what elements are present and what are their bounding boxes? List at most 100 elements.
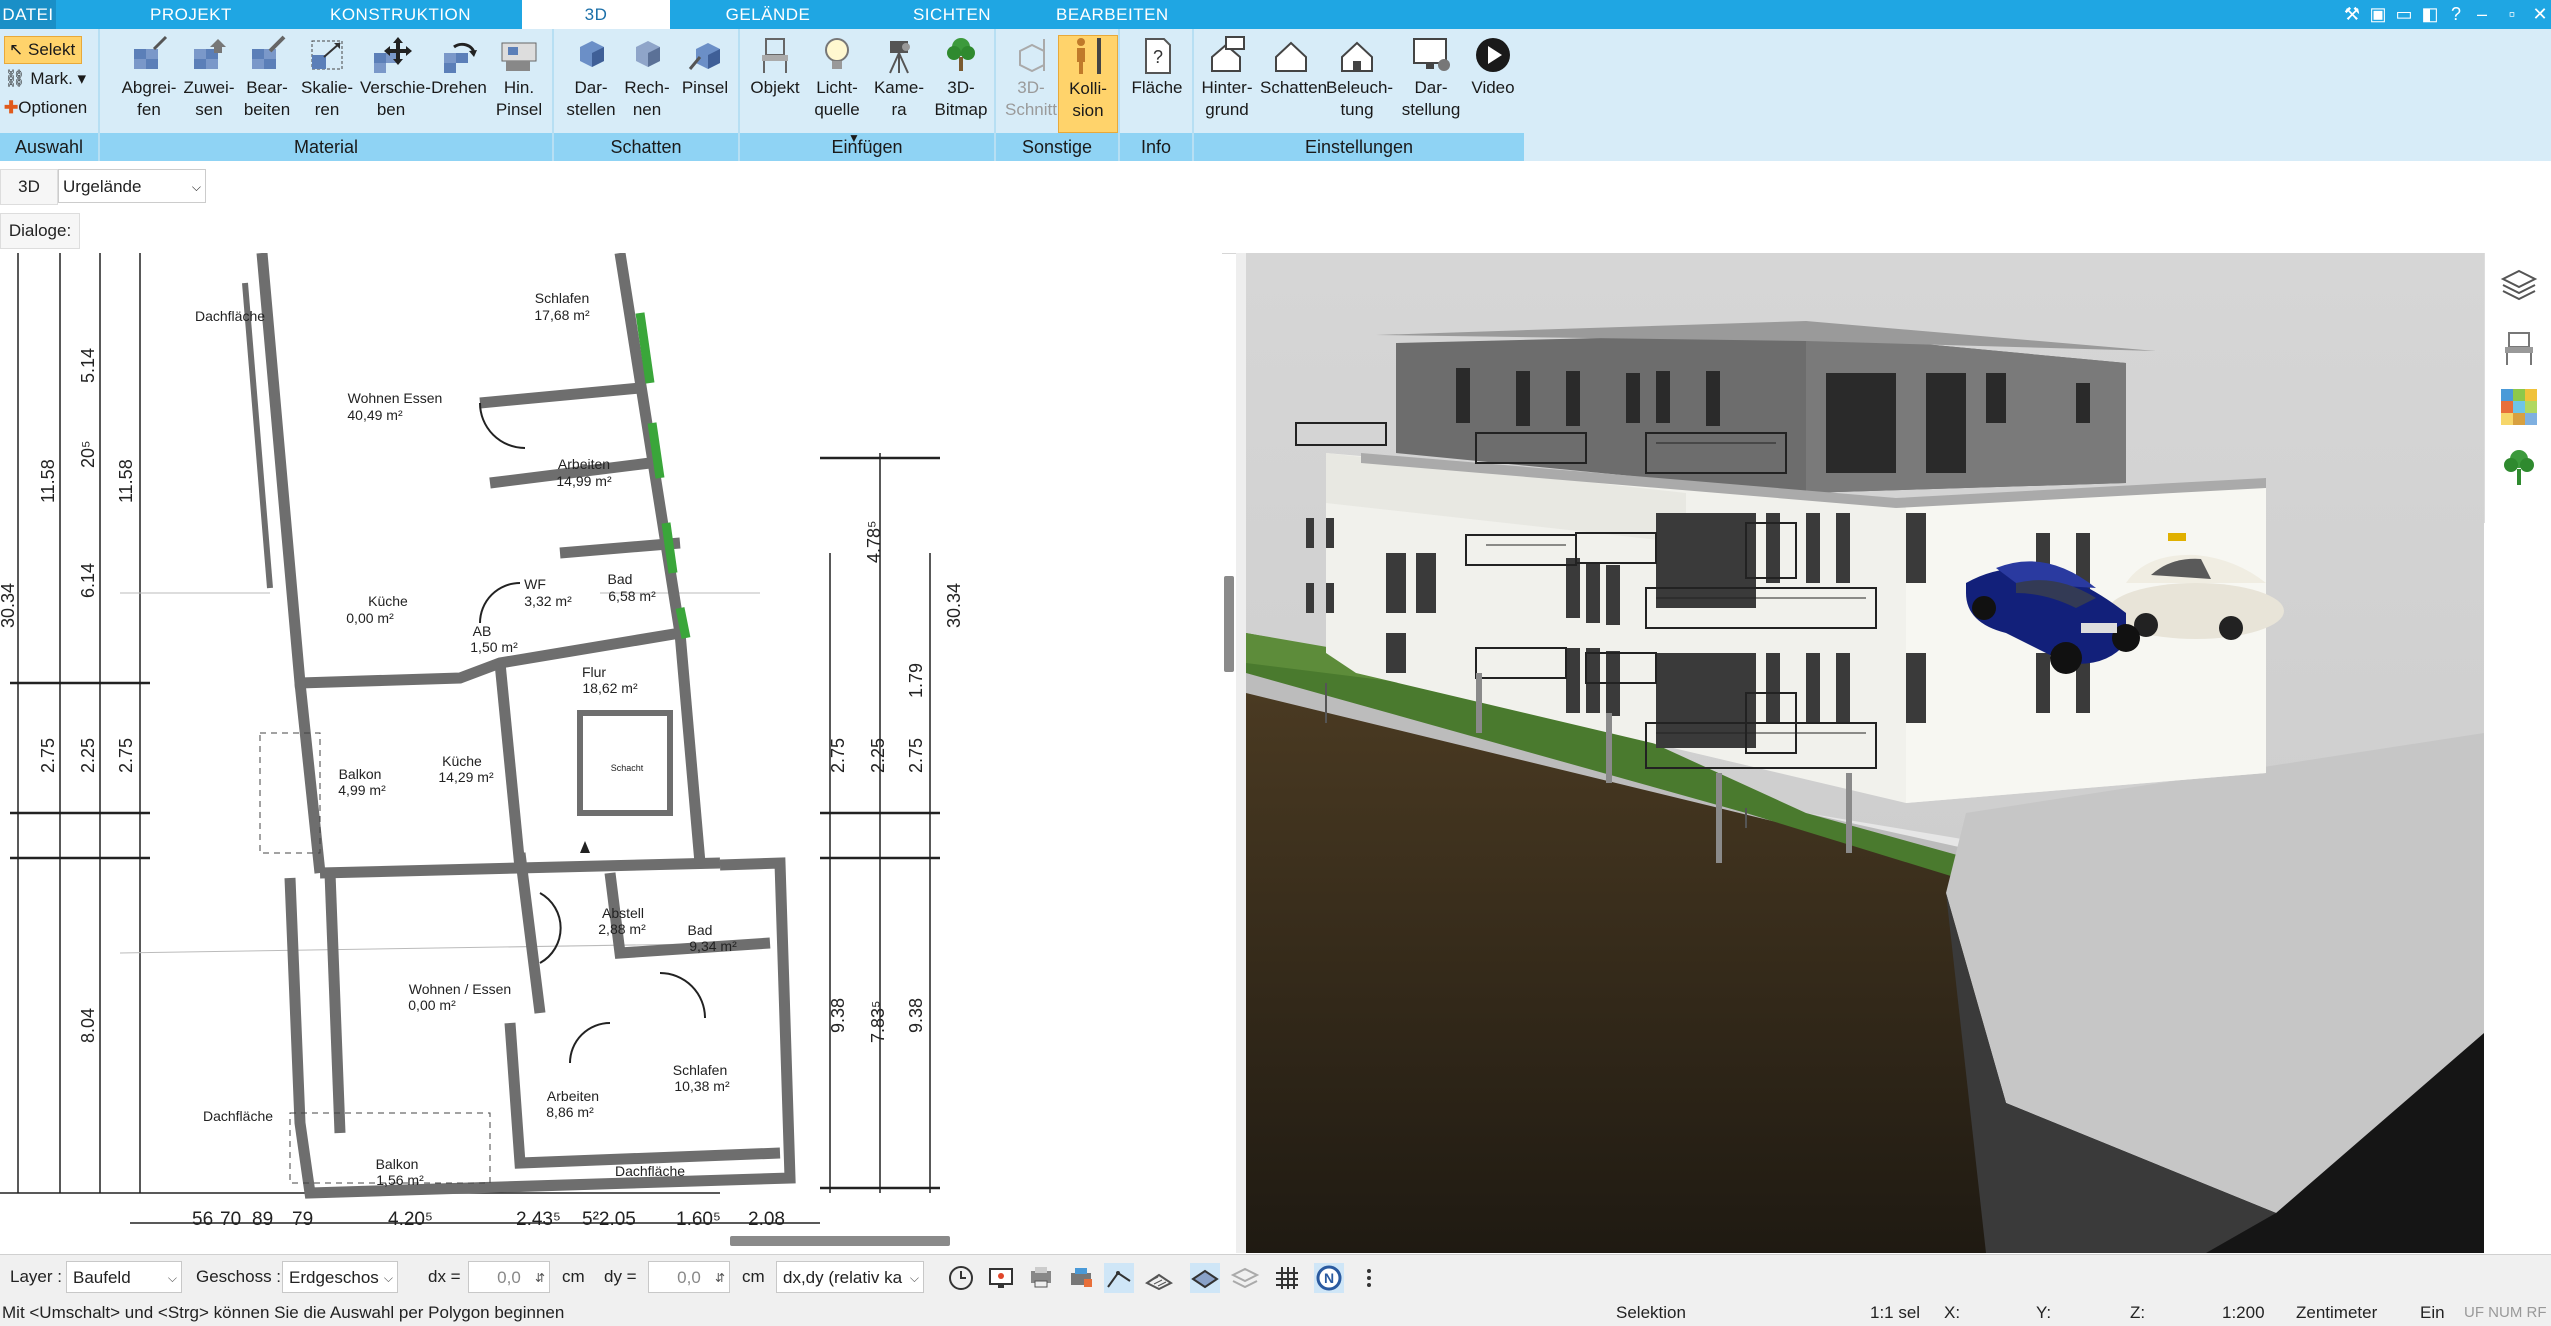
status-z: Z: bbox=[2130, 1303, 2146, 1322]
status-hint: Mit <Umschalt> und <Strg> können Sie die… bbox=[2, 1303, 565, 1322]
plan-vertical-scrollbar[interactable] bbox=[1224, 576, 1234, 672]
floor-plane-icon[interactable] bbox=[1190, 1263, 1220, 1293]
dim-bottom: 56 bbox=[192, 1209, 213, 1230]
shadow-house-icon bbox=[1275, 41, 1307, 72]
print-color-icon[interactable] bbox=[1066, 1263, 1096, 1293]
group-label: Info bbox=[1120, 133, 1192, 161]
mark-icon: ⛓ bbox=[4, 69, 26, 88]
spin-icon[interactable]: ⇵ bbox=[535, 1262, 545, 1294]
layers-stack-icon[interactable] bbox=[1230, 1263, 1260, 1293]
print-stack-icon[interactable] bbox=[1026, 1263, 1056, 1293]
room-area: 8,86 m² bbox=[546, 1104, 594, 1120]
restore-icon[interactable]: ▣ bbox=[2366, 2, 2390, 26]
lichtquelle-button[interactable]: Licht- quelle ▼ bbox=[806, 35, 868, 145]
clock-icon[interactable] bbox=[946, 1263, 976, 1293]
dim-left: 2.25 bbox=[78, 738, 98, 773]
verschieben-button[interactable]: Verschie- ben bbox=[360, 35, 431, 121]
grid-icon[interactable] bbox=[1272, 1263, 1302, 1293]
tab-konstruktion[interactable]: KONSTRUKTION bbox=[330, 0, 471, 29]
tools-icon[interactable]: ⚒ bbox=[2340, 2, 2364, 26]
layer-select[interactable]: Baufeld ⌵ bbox=[66, 1261, 182, 1293]
pinsel-button[interactable]: Pinsel bbox=[674, 35, 736, 99]
kamera-button[interactable]: Kame- ra bbox=[868, 35, 930, 121]
mark-button[interactable]: ⛓ Mark. ▾ bbox=[4, 66, 86, 92]
view-splitter[interactable] bbox=[1236, 253, 1246, 1253]
beleuchtung-button[interactable]: Beleuch- tung bbox=[1326, 35, 1393, 121]
video-button[interactable]: Video bbox=[1462, 35, 1524, 99]
furniture-chair-icon[interactable] bbox=[2499, 327, 2539, 367]
svg-text:?: ? bbox=[1153, 47, 1163, 67]
hin-pinsel-button[interactable]: Hin. Pinsel bbox=[488, 35, 550, 121]
geschoss-label: Geschoss : bbox=[196, 1267, 282, 1286]
help-icon[interactable]: ? bbox=[2444, 2, 2468, 26]
close-button[interactable]: ✕ bbox=[2528, 2, 2551, 26]
status-bar: Mit <Umschalt> und <Strg> können Sie die… bbox=[0, 1300, 2551, 1326]
room-name: WF bbox=[524, 576, 546, 592]
window-icon[interactable]: ◧ bbox=[2418, 2, 2442, 26]
tab-datei[interactable]: DATEI bbox=[0, 0, 56, 29]
dropdown-arrow-icon: ▼ bbox=[848, 131, 860, 145]
rotate-icon bbox=[444, 42, 477, 73]
dim-right: 7.83⁵ bbox=[868, 1001, 888, 1044]
dim-bottom: 5²2.05 bbox=[582, 1209, 636, 1230]
maximize-button[interactable]: ▫ bbox=[2500, 2, 2524, 26]
tab-3d[interactable]: 3D bbox=[522, 0, 670, 29]
rechnen-button[interactable]: Rech- nen bbox=[616, 35, 678, 121]
darstellung-button[interactable]: Dar- stellung bbox=[1400, 35, 1462, 121]
layer-label: Layer : bbox=[10, 1267, 62, 1286]
tab-gelaende[interactable]: GELÄNDE bbox=[722, 0, 814, 29]
move-icon bbox=[374, 37, 412, 73]
lighting-house-icon bbox=[1341, 41, 1373, 72]
abgreifen-button[interactable]: Abgrei- fen bbox=[118, 35, 180, 121]
more-options-icon[interactable] bbox=[1354, 1263, 1384, 1293]
coordinate-mode-select[interactable]: dx,dy (relativ ka ⌵ bbox=[776, 1261, 924, 1293]
north-compass-icon[interactable]: N bbox=[1314, 1263, 1344, 1293]
monitor-icon[interactable] bbox=[986, 1263, 1016, 1293]
dx-input[interactable]: 0,0 ⇵ bbox=[468, 1261, 550, 1293]
tab-bearbeiten[interactable]: BEARBEITEN bbox=[1056, 0, 1168, 29]
edit-material-icon bbox=[252, 35, 286, 69]
minimize-button[interactable]: – bbox=[2470, 2, 2494, 26]
status-flags: UF NUM RF bbox=[2464, 1304, 2547, 1321]
dim-left: 2.75 bbox=[116, 738, 136, 773]
materials-palette-icon[interactable] bbox=[2499, 387, 2539, 427]
floor-plan-view[interactable]: Schlafen 17,68 m² Wohnen Essen 40,49 m² … bbox=[0, 253, 1222, 1231]
shadow-cube-icon bbox=[580, 41, 604, 67]
drehen-button[interactable]: Drehen bbox=[428, 35, 490, 99]
3d-bitmap-button[interactable]: 3D- Bitmap bbox=[930, 35, 992, 121]
optionen-button[interactable]: ✚Optionen bbox=[4, 95, 87, 121]
dim-bottom: 2.08 bbox=[748, 1209, 785, 1230]
dx-label: dx = bbox=[428, 1267, 461, 1286]
room-name: Arbeiten bbox=[558, 456, 610, 472]
zuweisen-button[interactable]: Zuwei- sen bbox=[178, 35, 240, 121]
dim-left: 8.04 bbox=[78, 1008, 98, 1043]
layers-icon[interactable] bbox=[2499, 267, 2539, 307]
measure-angle-icon[interactable] bbox=[1104, 1263, 1134, 1293]
terrain-select[interactable]: Urgelände ⌵ bbox=[58, 169, 206, 203]
darstellen-button[interactable]: Dar- stellen bbox=[560, 35, 622, 121]
room-area: 2,88 m² bbox=[598, 921, 646, 937]
3d-schnitt-button[interactable]: 3D- Schnitt bbox=[1000, 35, 1062, 121]
dim-bottom: 4.20⁵ bbox=[388, 1209, 433, 1230]
flaeche-button[interactable]: ? Fläche bbox=[1126, 35, 1188, 99]
geschoss-select[interactable]: Erdgeschos ⌵ bbox=[282, 1261, 398, 1293]
selekt-button[interactable]: ↖ Selekt bbox=[4, 36, 83, 64]
plan-horizontal-scrollbar[interactable] bbox=[730, 1236, 950, 1246]
tab-projekt[interactable]: PROJEKT bbox=[150, 0, 231, 29]
bearbeiten-button[interactable]: Bear- beiten bbox=[236, 35, 298, 121]
tab-sichten[interactable]: SICHTEN bbox=[912, 0, 992, 29]
spin-icon[interactable]: ⇵ bbox=[715, 1262, 725, 1294]
room-name: Schlafen bbox=[673, 1062, 727, 1078]
3d-view[interactable] bbox=[1246, 253, 2484, 1253]
skalieren-button[interactable]: Skalie- ren bbox=[296, 35, 358, 121]
objekt-button[interactable]: Objekt bbox=[744, 35, 806, 99]
dy-input[interactable]: 0,0 ⇵ bbox=[648, 1261, 730, 1293]
roof-label: Dachfläche bbox=[203, 1108, 273, 1124]
wall-hatch-icon[interactable] bbox=[1144, 1263, 1174, 1293]
hintergrund-button[interactable]: Hinter- grund bbox=[1196, 35, 1258, 121]
plants-tree-icon[interactable] bbox=[2499, 447, 2539, 487]
schatten-settings-button[interactable]: Schatten bbox=[1260, 35, 1327, 99]
group-label: Auswahl bbox=[0, 133, 98, 161]
kollision-button[interactable]: Kolli- sion bbox=[1058, 35, 1118, 133]
minimize-icon[interactable]: ▭ bbox=[2392, 2, 2416, 26]
